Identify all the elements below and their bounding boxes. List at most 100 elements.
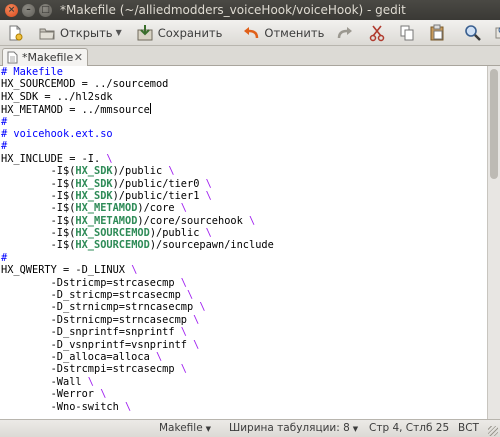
window-title: *Makefile (~/alliedmodders_voiceHook/voi… [60, 3, 406, 17]
open-label: Открыть [60, 25, 113, 40]
code-line[interactable]: HX_SDK = ../hl2sdk [0, 91, 487, 103]
new-document-button[interactable] [3, 22, 27, 44]
code-line[interactable]: HX_METAMOD = ../mmsource [0, 103, 487, 117]
line-continuation: \ [174, 363, 187, 376]
code-line[interactable]: HX_SOURCEMOD = ../sourcemod [0, 78, 487, 90]
code-line[interactable]: -I$(HX_SOURCEMOD)/sourcepawn/include [0, 239, 487, 251]
find-button[interactable] [461, 22, 485, 44]
paste-button[interactable] [425, 22, 449, 44]
undo-icon [242, 24, 260, 42]
resize-grip-icon[interactable] [488, 426, 498, 436]
undo-label: Отменить [264, 25, 325, 40]
code-text: -Werror [1, 388, 94, 401]
line-continuation: \ [186, 338, 200, 351]
code-text: -I$( [1, 227, 76, 240]
code-line[interactable]: -I$(HX_SDK)/public/tier0 \ [0, 178, 487, 190]
code-line[interactable]: -Werror \ [0, 388, 487, 400]
vertical-scrollbar[interactable] [487, 66, 500, 419]
scrollbar-thumb[interactable] [490, 69, 498, 179]
code-text: -I$( [1, 177, 76, 190]
chevron-down-icon[interactable]: ▼ [116, 28, 122, 37]
line-continuation: \ [100, 152, 113, 165]
line-continuation: \ [174, 276, 187, 289]
code-line[interactable]: -Dstricmp=strcasecmp \ [0, 277, 487, 289]
line-continuation: \ [180, 289, 194, 302]
redo-button[interactable] [333, 22, 357, 44]
toolbar: Открыть ▼ Сохранить Отменить [0, 20, 500, 46]
line-continuation: \ [174, 202, 188, 215]
code-comment: # Makefile [1, 66, 63, 78]
open-folder-icon [38, 24, 56, 42]
code-text: HX_INCLUDE = -I. [1, 152, 101, 165]
code-line[interactable]: -Dstrnicmp=strncasecmp \ [0, 314, 487, 326]
find-icon [464, 24, 482, 42]
close-tab-icon[interactable]: ✕ [74, 51, 83, 64]
close-window-button[interactable]: × [5, 3, 18, 17]
code-line[interactable]: -I$(HX_METAMOD)/core/sourcehook \ [0, 215, 487, 227]
open-button[interactable]: Открыть ▼ [35, 22, 125, 44]
text-cursor [149, 103, 151, 115]
code-text: -Dstrnicmp=strncasecmp [1, 313, 187, 326]
code-line[interactable]: -D_vsnprintf=vsnprintf \ [0, 339, 487, 351]
code-line[interactable]: # [0, 252, 487, 264]
line-continuation: \ [81, 375, 94, 388]
code-line[interactable]: -Wall \ [0, 376, 487, 388]
chevron-down-icon: ▼ [205, 425, 212, 433]
code-variable: HX_SOURCEMOD [75, 239, 150, 252]
code-line[interactable]: -D_alloca=alloca \ [0, 351, 487, 363]
code-line[interactable]: -Wno-switch \ [0, 401, 487, 413]
code-text: -D_snprintf=snprintf [1, 326, 175, 339]
replace-button[interactable] [491, 22, 500, 44]
code-line[interactable]: HX_INCLUDE = -I. \ [0, 153, 487, 165]
tab-makefile[interactable]: *Makefile ✕ [2, 48, 88, 66]
language-selector[interactable]: Makefile ▼ [159, 422, 211, 434]
text-editor[interactable]: # Makefile HX_SOURCEMOD = ../sourcemod HX_… [0, 66, 487, 419]
code-line[interactable]: # Makefile [0, 66, 487, 78]
code-line[interactable]: -D_stricmp=strcasecmp \ [0, 289, 487, 301]
code-line[interactable]: # voicehook.ext.so [0, 128, 487, 140]
code-line[interactable]: HX_QWERTY = -D_LINUX \ [0, 264, 487, 276]
cut-button[interactable] [365, 22, 389, 44]
code-text: -D_stricmp=strcasecmp [1, 289, 181, 302]
cut-icon [368, 24, 386, 42]
document-tabs: *Makefile ✕ [0, 46, 500, 66]
code-line[interactable]: -I$(HX_SOURCEMOD)/public \ [0, 227, 487, 239]
copy-button[interactable] [395, 22, 419, 44]
insert-mode: ВСТ [458, 422, 479, 434]
code-variable: HX_SDK [75, 189, 113, 202]
new-document-icon [6, 24, 24, 42]
save-icon [136, 24, 154, 42]
code-line[interactable]: -D_strnicmp=strncasecmp \ [0, 301, 487, 313]
code-text: )/public/tier0 [112, 177, 200, 190]
tab-width-selector[interactable]: Ширина табуляции: 8 ▼ [229, 422, 358, 434]
line-continuation: \ [125, 264, 138, 277]
code-text: )/core/sourcehook [137, 214, 243, 227]
line-continuation: \ [199, 227, 212, 240]
code-text: -D_strnicmp=strncasecmp [1, 301, 194, 314]
code-line[interactable]: # [0, 116, 487, 128]
code-text: )/core [137, 202, 175, 215]
maximize-window-button[interactable]: □ [39, 3, 52, 17]
line-continuation: \ [199, 189, 212, 202]
save-button[interactable]: Сохранить [133, 22, 226, 44]
code-line[interactable]: -I$(HX_METAMOD)/core \ [0, 202, 487, 214]
code-line[interactable]: -D_snprintf=snprintf \ [0, 326, 487, 338]
code-line[interactable]: # [0, 140, 487, 152]
chevron-down-icon: ▼ [352, 425, 359, 433]
code-text: -D_vsnprintf=vsnprintf [1, 338, 187, 351]
code-text: )/sourcepawn/include [149, 239, 274, 252]
code-line[interactable]: -I$(HX_SDK)/public/tier1 \ [0, 190, 487, 202]
code-comment: # [1, 115, 8, 128]
code-line[interactable]: -I$(HX_SDK)/public \ [0, 165, 487, 177]
code-text: -Wno-switch [1, 400, 119, 413]
undo-button[interactable]: Отменить [239, 22, 327, 44]
code-text: -I$( [1, 214, 76, 227]
code-line[interactable]: -Dstrcmpi=strcasecmp \ [0, 363, 487, 375]
code-text: HX_METAMOD = ../mmsource [1, 104, 150, 117]
line-continuation: \ [94, 388, 107, 401]
code-text: -I$( [1, 239, 76, 252]
code-variable: HX_SDK [75, 177, 113, 190]
paste-icon [428, 24, 446, 42]
tab-width-label: Ширина табуляции: 8 [229, 422, 350, 434]
minimize-window-button[interactable]: – [22, 3, 35, 17]
